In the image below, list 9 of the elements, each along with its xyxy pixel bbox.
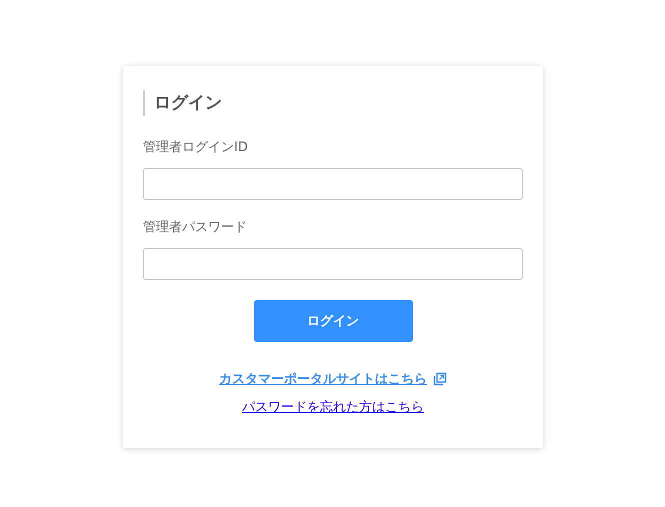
field-label: 管理者パスワード: [143, 219, 248, 236]
input-field[interactable]: [143, 168, 523, 200]
portal-link[interactable]: カスタマーポータルサイトはこちら: [219, 370, 427, 388]
input-field[interactable]: [143, 248, 523, 280]
forgot-password-link[interactable]: パスワードを忘れた方はこちら: [242, 398, 424, 416]
field-label: 管理者ログインID: [143, 139, 249, 156]
external-link-icon: [433, 372, 447, 386]
login-button[interactable]: ログイン: [254, 300, 412, 342]
login-title: ログイン: [143, 90, 523, 116]
